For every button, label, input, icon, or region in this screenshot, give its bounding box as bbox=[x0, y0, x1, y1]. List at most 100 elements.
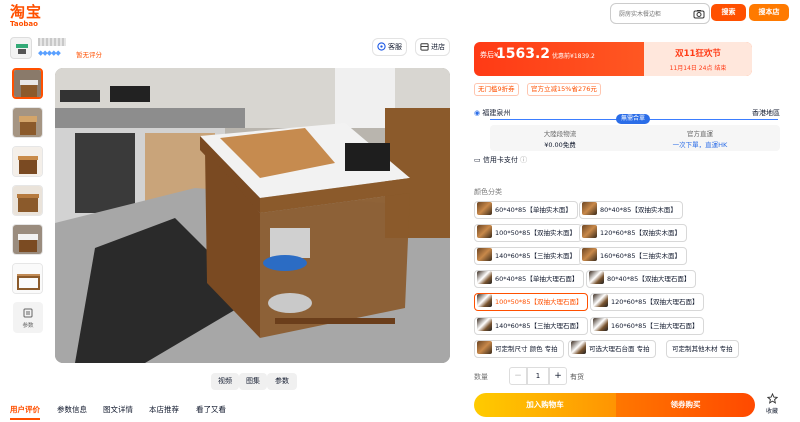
sku-option-label: 可定制尺寸 颜色 专拍 bbox=[495, 345, 558, 353]
sku-swatch bbox=[477, 294, 492, 307]
params-icon bbox=[23, 308, 33, 318]
thumbnail-image bbox=[13, 108, 42, 137]
sku-option[interactable]: 60*40*85【单抽大理石面】 bbox=[474, 270, 585, 288]
festival-panel: 双11狂欢节 11月14日 24点 结束 bbox=[644, 42, 752, 76]
thumbnail-image bbox=[13, 264, 42, 293]
sku-option-label: 140*60*85【三抽实木面】 bbox=[495, 252, 576, 260]
direct-ship-link[interactable]: 一次下單，直運HK bbox=[650, 139, 750, 149]
coupon-price: 1563.2 bbox=[496, 46, 551, 62]
quantity-plus-button[interactable]: + bbox=[549, 367, 567, 385]
festival-end-time: 11月14日 24点 结束 bbox=[669, 65, 727, 72]
shop-level-diamonds: ◆◆◆◆◆ bbox=[38, 49, 61, 57]
credit-card-row[interactable]: ▭ 信用卡支付 ⓘ bbox=[474, 155, 527, 165]
card-icon: ▭ bbox=[474, 156, 481, 164]
thumbnail-1[interactable] bbox=[12, 68, 43, 99]
service-icon bbox=[377, 42, 386, 51]
sku-swatch bbox=[589, 271, 604, 284]
sku-option[interactable]: 可选大理石台面 专拍 bbox=[568, 340, 656, 358]
sku-option[interactable]: 可定制尺寸 颜色 专拍 bbox=[474, 340, 564, 358]
favorite-button[interactable]: 收藏 bbox=[760, 392, 784, 415]
shop-name-blurred[interactable] bbox=[38, 38, 66, 46]
thumbnail-image bbox=[13, 186, 42, 215]
search-button[interactable]: 搜索 bbox=[711, 4, 746, 21]
sku-option[interactable]: 80*40*85【双抽实木面】 bbox=[579, 201, 683, 219]
active-tab-indicator bbox=[10, 418, 40, 420]
params-thumbnail-label: 参数 bbox=[22, 323, 34, 329]
sku-option-label: 可选大理石台面 专拍 bbox=[589, 345, 650, 353]
logo-text-en: Taobao bbox=[10, 20, 38, 28]
ship-from-label: 福建泉州 bbox=[482, 109, 511, 117]
sku-swatch bbox=[582, 225, 597, 238]
media-tab-params[interactable]: 参数 bbox=[267, 373, 297, 390]
star-icon bbox=[766, 392, 778, 404]
tab-user-reviews[interactable]: 用户评价 bbox=[10, 404, 40, 415]
params-thumbnail[interactable]: 参数 bbox=[13, 302, 43, 333]
shop-rating-none: 暂无评分 bbox=[76, 51, 102, 59]
sku-swatch bbox=[477, 341, 492, 354]
route-badge: 無需合單 bbox=[616, 114, 650, 124]
tab-detail[interactable]: 图文详情 bbox=[103, 404, 133, 415]
sku-option-label: 140*60*85【三抽大理石面】 bbox=[495, 322, 583, 330]
sku-option[interactable]: 100*50*85【双抽实木面】 bbox=[474, 224, 582, 242]
tab-store-recommend[interactable]: 本店推荐 bbox=[149, 404, 179, 415]
sku-option[interactable]: 可定制其他木材 专拍 bbox=[666, 340, 739, 358]
sku-swatch bbox=[477, 271, 492, 284]
sku-swatch bbox=[593, 318, 608, 331]
sku-option-label: 100*50*85【双抽大理石面】 bbox=[495, 298, 583, 306]
thumbnail-3[interactable] bbox=[12, 146, 43, 177]
shop-avatar[interactable] bbox=[10, 37, 32, 59]
sku-option[interactable]: 140*60*85【三抽大理石面】 bbox=[474, 317, 589, 335]
sku-option[interactable]: 140*60*85【三抽实木面】 bbox=[474, 247, 582, 265]
enter-shop-button[interactable]: 进店 bbox=[415, 38, 450, 56]
coupon-tag[interactable]: 无门槛9折券 bbox=[474, 83, 519, 96]
main-product-image[interactable] bbox=[55, 68, 450, 363]
sku-option-selected[interactable]: 100*50*85【双抽大理石面】 bbox=[474, 293, 589, 311]
sku-swatch bbox=[477, 248, 492, 261]
sku-option[interactable]: 120*60*85【双抽大理石面】 bbox=[590, 293, 705, 311]
sku-swatch bbox=[582, 248, 597, 261]
search-input[interactable] bbox=[619, 8, 695, 20]
sku-option[interactable]: 80*40*85【双抽大理石面】 bbox=[586, 270, 697, 288]
discount-tag[interactable]: 官方立减15%省276元 bbox=[527, 83, 601, 96]
tab-param-info[interactable]: 参数信息 bbox=[57, 404, 87, 415]
search-store-button[interactable]: 搜本店 bbox=[749, 4, 789, 21]
festival-title: 双11狂欢节 bbox=[675, 49, 721, 59]
thumbnail-5[interactable] bbox=[12, 224, 43, 255]
buy-now-button[interactable]: 领券购买 bbox=[616, 393, 755, 417]
credit-card-label: 信用卡支付 bbox=[482, 156, 518, 164]
customer-service-button[interactable]: 客服 bbox=[372, 38, 407, 56]
sku-option[interactable]: 60*40*85【单抽实木面】 bbox=[474, 201, 578, 219]
taobao-logo[interactable]: 淘宝 Taobao bbox=[10, 4, 42, 28]
sku-option-label: 80*40*85【双抽大理石面】 bbox=[607, 275, 691, 283]
sku-swatch bbox=[477, 318, 492, 331]
thumbnail-image bbox=[14, 70, 41, 97]
original-price: 优惠前¥1839.2 bbox=[552, 53, 595, 60]
add-to-cart-button[interactable]: 加入购物车 bbox=[474, 393, 616, 417]
search-box[interactable] bbox=[610, 3, 710, 24]
tab-also-viewed[interactable]: 看了又看 bbox=[196, 404, 226, 415]
quantity-input[interactable]: 1 bbox=[527, 367, 549, 385]
thumbnail-2[interactable] bbox=[12, 107, 43, 138]
stock-status: 有货 bbox=[570, 373, 584, 381]
favorite-label: 收藏 bbox=[765, 408, 778, 415]
sku-option[interactable]: 160*60*85【三抽实木面】 bbox=[579, 247, 687, 265]
quantity-minus-button[interactable]: − bbox=[509, 367, 527, 385]
info-icon[interactable]: ⓘ bbox=[520, 156, 527, 164]
thumbnail-6[interactable] bbox=[12, 263, 43, 294]
location-icon: ◉ bbox=[474, 109, 481, 117]
sku-swatch bbox=[593, 294, 608, 307]
shop-logo-icon bbox=[16, 44, 28, 54]
media-tab-gallery[interactable]: 图集 bbox=[239, 373, 267, 390]
logistics-fee: ¥0.00免费 bbox=[544, 141, 576, 149]
thumbnail-image bbox=[13, 147, 42, 176]
camera-icon[interactable] bbox=[693, 8, 705, 20]
media-tab-video[interactable]: 视频 bbox=[211, 373, 239, 390]
sku-option-label: 120*60*85【双抽大理石面】 bbox=[611, 298, 699, 306]
sku-option[interactable]: 120*60*85【双抽实木面】 bbox=[579, 224, 687, 242]
enter-shop-label: 进店 bbox=[431, 43, 445, 51]
sku-option[interactable]: 160*60*85【三抽大理石面】 bbox=[590, 317, 705, 335]
thumbnail-4[interactable] bbox=[12, 185, 43, 216]
ship-to[interactable]: 香港地區 bbox=[752, 108, 780, 118]
sku-option-label: 60*40*85【单抽实木面】 bbox=[495, 206, 572, 214]
product-photo bbox=[55, 68, 450, 363]
